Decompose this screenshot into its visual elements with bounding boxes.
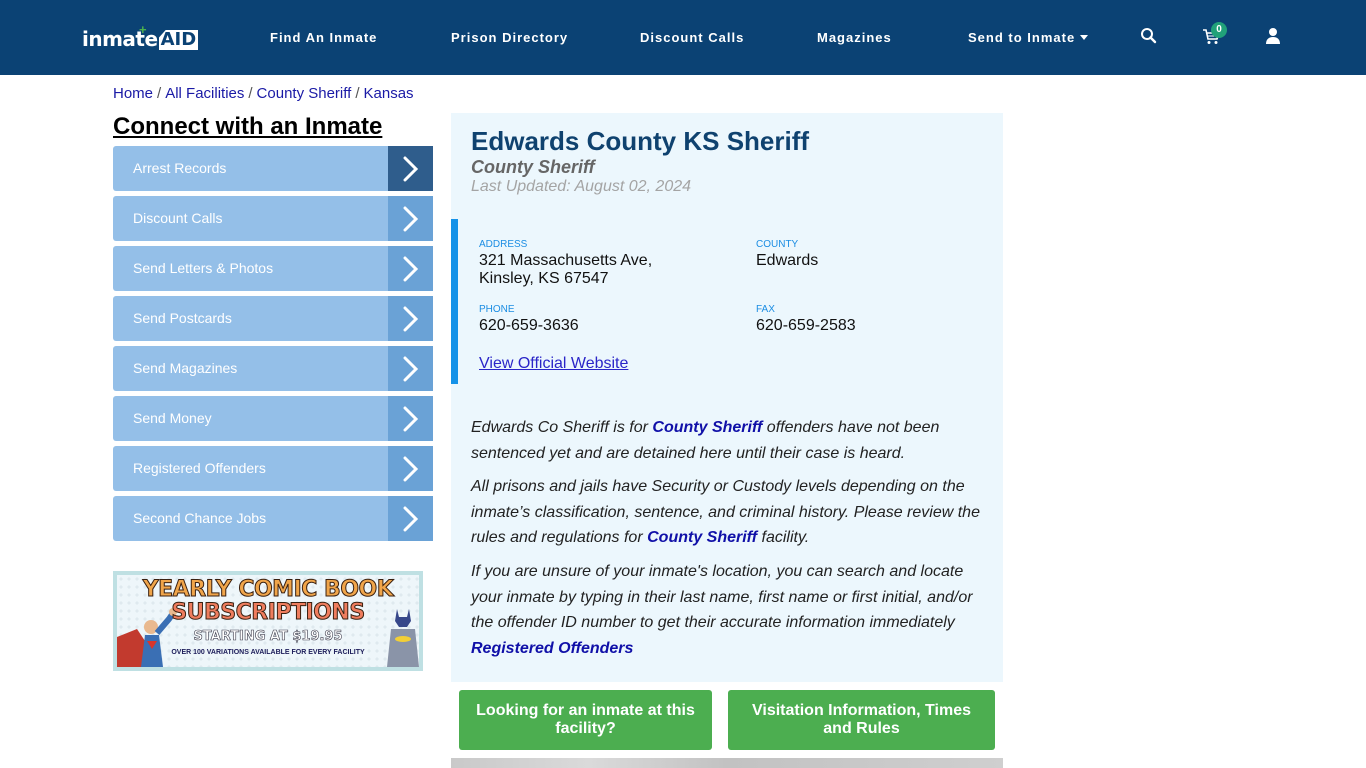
top-navbar: inmate AID + Find An Inmate Prison Direc… (0, 0, 1366, 75)
facility-type: County Sheriff (471, 157, 595, 177)
desc-text: Edwards Co Sheriff is for (471, 419, 653, 436)
sidebar-item-send-money[interactable]: Send Money (113, 396, 433, 441)
sidebar-menu: Arrest Records Discount Calls Send Lette… (113, 146, 433, 546)
banner-subheadline: SUBSCRIPTIONS (171, 600, 366, 626)
desc-text: If you are unsure of your inmate's locat… (471, 563, 973, 631)
logo-accent: AID (158, 29, 199, 50)
fax-label: FAX (756, 304, 775, 315)
county-value: Edwards (756, 252, 819, 269)
nav-find-an-inmate[interactable]: Find An Inmate (270, 30, 377, 45)
breadcrumb: Home / All Facilities / County Sheriff / Kansa… (113, 85, 414, 102)
nav-send-to-inmate[interactable]: Send to Inmate (968, 30, 1089, 45)
sidebar-item-label: Discount Calls (133, 210, 223, 226)
logo-plus-icon: + (139, 22, 147, 37)
nav-send-to-inmate-label: Send to Inmate (968, 30, 1076, 45)
description-paragraph-2: All prisons and jails have Security or C… (471, 474, 986, 551)
cart-count-badge: 0 (1211, 22, 1227, 38)
banner-tagline: OVER 100 VARIATIONS AVAILABLE FOR EVERY … (171, 649, 365, 656)
chevron-right-icon (388, 396, 433, 441)
description-paragraph-1: Edwards Co Sheriff is for County Sheriff… (471, 415, 986, 466)
address-label: ADDRESS (479, 239, 528, 250)
sidebar-item-label: Registered Offenders (133, 460, 266, 476)
last-updated: Last Updated: August 02, 2024 (471, 178, 692, 195)
sidebar-item-discount-calls[interactable]: Discount Calls (113, 196, 433, 241)
registered-offenders-link[interactable]: Registered Offenders (471, 640, 633, 657)
banner-headline: YEARLY COMIC BOOK (142, 577, 394, 603)
chevron-right-icon (388, 346, 433, 391)
facility-info-box: ADDRESS 321 Massachusetts Ave, Kinsley, … (451, 219, 1003, 384)
chevron-right-icon (388, 146, 433, 191)
sidebar-item-send-postcards[interactable]: Send Postcards (113, 296, 433, 341)
comic-subscription-banner[interactable]: YEARLY COMIC BOOK SUBSCRIPTIONS STARTING… (113, 571, 423, 671)
official-website-link[interactable]: View Official Website (479, 355, 628, 373)
county-sheriff-link[interactable]: County Sheriff (647, 529, 757, 546)
search-icon[interactable] (1140, 27, 1158, 45)
chevron-right-icon (388, 446, 433, 491)
nav-discount-calls[interactable]: Discount Calls (640, 30, 744, 45)
sidebar-item-registered-offenders[interactable]: Registered Offenders (113, 446, 433, 491)
address-line-2: Kinsley, KS 67547 (479, 270, 609, 287)
facility-card: Edwards County KS Sheriff County Sheriff… (451, 113, 1003, 682)
fax-value: 620-659-2583 (756, 317, 856, 334)
sidebar-item-label: Send Magazines (133, 360, 238, 376)
sidebar-item-label: Send Letters & Photos (133, 260, 274, 276)
chevron-right-icon (388, 196, 433, 241)
desc-text: facility. (757, 529, 810, 546)
county-sheriff-link[interactable]: County Sheriff (652, 419, 762, 436)
sidebar-title: Connect with an Inmate (113, 113, 383, 140)
phone-value[interactable]: 620-659-3636 (479, 317, 579, 335)
chevron-right-icon (388, 296, 433, 341)
visitation-info-button[interactable]: Visitation Information, Times and Rules (728, 690, 995, 750)
chevron-right-icon (388, 246, 433, 291)
find-inmate-button[interactable]: Looking for an inmate at this facility? (459, 690, 712, 750)
sidebar-item-send-letters-photos[interactable]: Send Letters & Photos (113, 246, 433, 291)
description-paragraph-3: If you are unsure of your inmate's locat… (471, 559, 986, 661)
address-line-1: 321 Massachusetts Ave, (479, 252, 653, 269)
sidebar-item-label: Second Chance Jobs (133, 510, 267, 526)
sidebar-item-second-chance-jobs[interactable]: Second Chance Jobs (113, 496, 433, 541)
breadcrumb-kansas[interactable]: Kansas (364, 85, 414, 102)
sidebar-item-label: Send Postcards (133, 310, 232, 326)
facility-title: Edwards County KS Sheriff (471, 126, 810, 156)
county-label: COUNTY (756, 239, 799, 250)
breadcrumb-all-facilities[interactable]: All Facilities (165, 85, 244, 102)
nav-prison-directory[interactable]: Prison Directory (451, 30, 568, 45)
breadcrumb-separator: / (157, 85, 162, 102)
sidebar-item-arrest-records[interactable]: Arrest Records (113, 146, 433, 191)
sidebar-item-label: Send Money (133, 410, 212, 426)
breadcrumb-home[interactable]: Home (113, 85, 153, 102)
caret-down-icon (1080, 35, 1089, 40)
sidebar-item-label: Arrest Records (133, 160, 227, 176)
breadcrumb-separator: / (248, 85, 253, 102)
chevron-right-icon (388, 496, 433, 541)
sidebar-item-send-magazines[interactable]: Send Magazines (113, 346, 433, 391)
breadcrumb-separator: / (355, 85, 360, 102)
banner-price: STARTING AT $19.95 (193, 629, 343, 645)
breadcrumb-county-sheriff[interactable]: County Sheriff (257, 85, 352, 102)
user-icon[interactable] (1264, 27, 1282, 45)
facility-photo (451, 758, 1003, 768)
phone-label: PHONE (479, 304, 515, 315)
nav-magazines[interactable]: Magazines (817, 30, 892, 45)
